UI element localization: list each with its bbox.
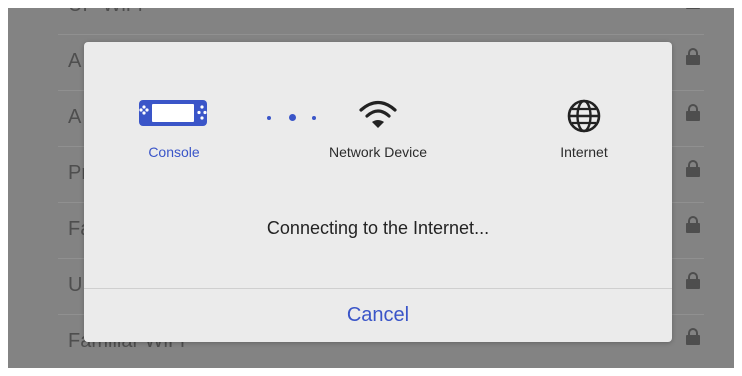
network-row: UP-WiFi — [58, 8, 704, 35]
cancel-button[interactable]: Cancel — [84, 289, 672, 342]
network-name: A — [68, 50, 82, 72]
lock-icon — [686, 272, 700, 289]
lock-icon — [686, 104, 700, 121]
console-icon — [139, 100, 207, 126]
network-name: UP-WiFi — [68, 8, 142, 17]
console-label: Console — [148, 144, 200, 160]
lock-icon — [686, 160, 700, 177]
lock-icon — [686, 328, 700, 345]
wifi-icon — [359, 100, 397, 128]
network-device-label: Network Device — [328, 144, 428, 160]
connection-dialog: Console Network Device Internet Connecti… — [84, 42, 672, 342]
screen: UP-WiFi A A Pr Fa U F — [8, 8, 734, 368]
network-name: U — [68, 274, 83, 296]
status-message: Connecting to the Internet... — [266, 218, 490, 238]
internet-label: Internet — [560, 144, 608, 160]
network-name: A — [68, 106, 82, 128]
lock-icon — [686, 48, 700, 65]
globe-icon — [567, 99, 601, 133]
lock-icon — [686, 216, 700, 233]
